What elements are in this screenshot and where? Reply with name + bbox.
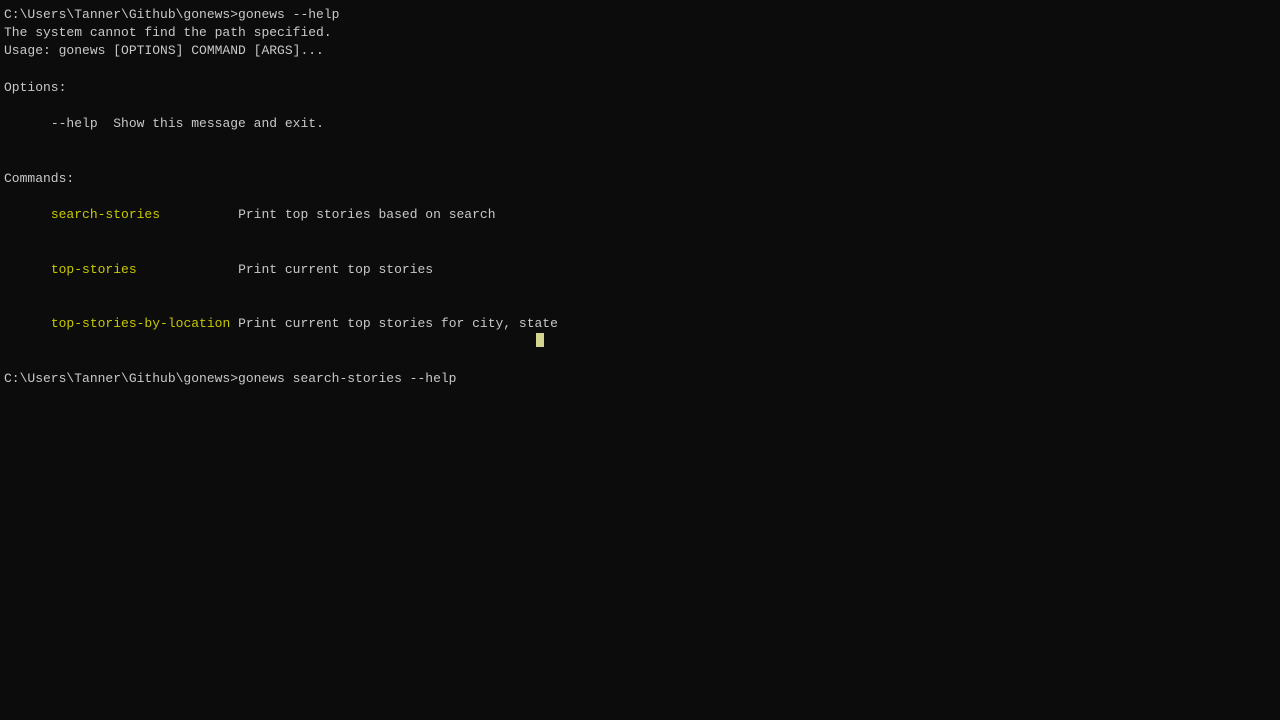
terminal-cmd-search-stories-desc: Print top stories based on search — [238, 207, 495, 222]
terminal-line-2: C:\Users\Tanner\Github\gonews>gonews sea… — [4, 370, 1276, 388]
terminal-cmd-top-stories: top-stories Print current top stories — [4, 242, 1276, 297]
terminal-options-header: Options: — [4, 79, 1276, 97]
terminal-option-flag: --help — [35, 116, 113, 131]
terminal-cmd-top-stories-name: top-stories — [35, 262, 238, 277]
terminal-window[interactable]: C:\Users\Tanner\Github\gonews>gonews --h… — [0, 0, 1280, 720]
terminal-line-1: C:\Users\Tanner\Github\gonews>gonews --h… — [4, 6, 1276, 24]
terminal-cmd-top-stories-by-location-desc: Print current top stories for city, stat… — [238, 316, 558, 331]
terminal-cmd-top-stories-desc: Print current top stories — [238, 262, 433, 277]
terminal-option-desc: Show this message and exit. — [113, 116, 324, 131]
terminal-empty-2 — [4, 152, 1276, 170]
terminal-cmd-top-stories-by-location: top-stories-by-location Print current to… — [4, 297, 1276, 352]
terminal-cmd-search-stories-name: search-stories — [35, 207, 238, 222]
terminal-empty-1 — [4, 61, 1276, 79]
terminal-cmd-top-stories-by-location-name: top-stories-by-location — [35, 316, 238, 331]
terminal-empty-3 — [4, 352, 1276, 370]
terminal-commands-header: Commands: — [4, 170, 1276, 188]
terminal-usage: Usage: gonews [OPTIONS] COMMAND [ARGS]..… — [4, 42, 1276, 60]
terminal-option-help: --help Show this message and exit. — [4, 97, 1276, 152]
terminal-cursor — [536, 333, 544, 347]
terminal-cmd-search-stories: search-stories Print top stories based o… — [4, 188, 1276, 243]
terminal-error: The system cannot find the path specifie… — [4, 24, 1276, 42]
